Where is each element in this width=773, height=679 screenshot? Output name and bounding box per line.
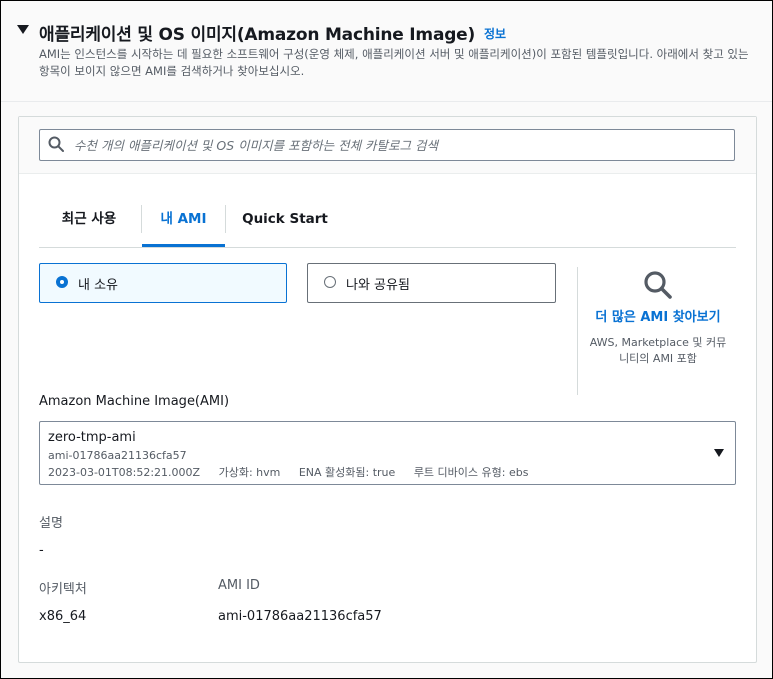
section-description: AMI는 인스턴스를 시작하는 데 필요한 소프트웨어 구성(운영 체제, 애플… bbox=[39, 47, 749, 78]
divider bbox=[577, 267, 578, 395]
architecture-value: x86_64 bbox=[39, 609, 87, 624]
radio-owned-by-me[interactable]: 내 소유 bbox=[39, 263, 287, 303]
ami-id: ami-01786aa21136cfa57 bbox=[48, 449, 187, 462]
ami-id-label: AMI ID bbox=[218, 578, 260, 593]
caret-down-icon[interactable] bbox=[17, 25, 29, 34]
browse-more-amis-subtitle: AWS, Marketplace 및 커뮤니티의 AMI 포함 bbox=[589, 336, 727, 365]
ami-select[interactable]: zero-tmp-ami ami-01786aa21136cfa57 2023-… bbox=[39, 421, 736, 485]
radio-button[interactable] bbox=[56, 276, 68, 288]
tab-my-ami[interactable]: 내 AMI bbox=[142, 193, 225, 247]
info-link[interactable]: 정보 bbox=[484, 25, 506, 42]
ami-select-label: Amazon Machine Image(AMI) bbox=[39, 394, 230, 409]
tab-quick-start[interactable]: Quick Start bbox=[227, 193, 343, 245]
ami-section: 애플리케이션 및 OS 이미지(Amazon Machine Image) 정보… bbox=[0, 0, 773, 679]
search-input[interactable] bbox=[72, 134, 726, 156]
search-box[interactable] bbox=[39, 129, 735, 161]
search-icon bbox=[48, 136, 64, 152]
ami-virtualization: 가상화: hvm bbox=[218, 466, 281, 479]
tab-divider bbox=[225, 205, 226, 233]
ami-creation-date: 2023-03-01T08:52:21.000Z bbox=[48, 466, 201, 479]
radio-shared-with-me[interactable]: 나와 공유됨 bbox=[307, 263, 556, 303]
browse-more-amis: 더 많은 AMI 찾아보기 AWS, Marketplace 및 커뮤니티의 A… bbox=[585, 267, 731, 367]
radio-label: 내 소유 bbox=[78, 278, 119, 293]
section-header: 애플리케이션 및 OS 이미지(Amazon Machine Image) 정보… bbox=[1, 1, 772, 102]
section-title: 애플리케이션 및 OS 이미지(Amazon Machine Image) bbox=[39, 25, 476, 45]
ami-id-value: ami-01786aa21136cfa57 bbox=[218, 609, 382, 624]
tab-recent[interactable]: 최근 사용 bbox=[39, 193, 139, 245]
ami-metadata: 2023-03-01T08:52:21.000Z 가상화: hvm ENA 활성… bbox=[48, 464, 543, 480]
ami-tabs: 최근 사용 내 AMI Quick Start bbox=[39, 193, 736, 248]
magnifier-icon[interactable] bbox=[642, 269, 674, 301]
ami-panel: 최근 사용 내 AMI Quick Start 내 소유 나와 공유됨 더 많은… bbox=[18, 116, 757, 663]
architecture-label: 아키텍처 bbox=[39, 582, 87, 597]
dropdown-caret-icon[interactable] bbox=[714, 449, 724, 457]
ami-root-device: 루트 디바이스 유형: ebs bbox=[413, 466, 529, 479]
ami-ena: ENA 활성화됨: true bbox=[298, 466, 396, 479]
search-bar bbox=[19, 117, 756, 174]
radio-button[interactable] bbox=[324, 276, 336, 288]
ami-name: zero-tmp-ami bbox=[48, 430, 136, 445]
description-label: 설명 bbox=[39, 516, 63, 531]
radio-label: 나와 공유됨 bbox=[346, 278, 410, 293]
description-value: - bbox=[39, 543, 44, 558]
browse-more-amis-link[interactable]: 더 많은 AMI 찾아보기 bbox=[585, 307, 731, 328]
